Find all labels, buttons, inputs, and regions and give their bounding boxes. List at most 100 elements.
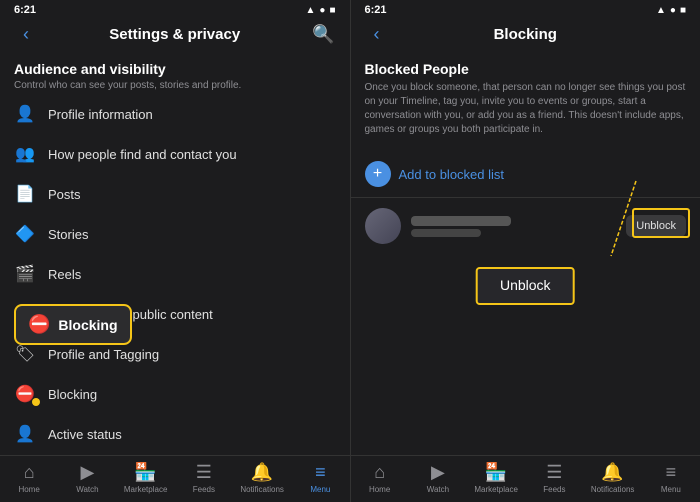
- blocked-people-description: Once you block someone, that person can …: [365, 81, 687, 137]
- marketplace-icon-right: 🏪: [485, 462, 507, 483]
- notifications-label-right: Notifications: [591, 485, 635, 494]
- blocking-content: Blocked People Once you block someone, t…: [351, 51, 700, 455]
- menu-icon-right: ≡: [666, 462, 677, 483]
- watch-icon-left: ▶: [80, 462, 94, 483]
- blocking-callout-label: Blocking: [58, 317, 117, 333]
- tab-feeds-left[interactable]: ☰ Feeds: [175, 460, 233, 496]
- tab-notifications-right[interactable]: 🔔 Notifications: [584, 460, 642, 496]
- feeds-icon-left: ☰: [196, 462, 212, 483]
- sidebar-item-blocking[interactable]: ⛔ Blocking: [0, 374, 350, 414]
- tab-notifications-left[interactable]: 🔔 Notifications: [233, 460, 291, 496]
- menu-icon-left: ≡: [315, 462, 326, 483]
- blocking-highlight-dot: [32, 398, 40, 406]
- status-time-right: 6:21: [365, 4, 387, 16]
- status-icons-right: ▲ ● ■: [656, 5, 686, 16]
- back-button-left[interactable]: ‹: [14, 24, 38, 45]
- active-status-icon: 👤: [14, 423, 36, 445]
- blocking-nav-header: ‹ Blocking: [351, 18, 700, 51]
- home-label-left: Home: [18, 485, 39, 494]
- sidebar-item-active-status[interactable]: 👤 Active status: [0, 414, 350, 454]
- blocking-title: Blocking: [389, 26, 663, 43]
- profile-tagging-label: Profile and Tagging: [48, 347, 336, 362]
- blocked-avatar: [365, 208, 401, 244]
- add-icon: +: [365, 161, 391, 187]
- notifications-icon-right: 🔔: [601, 462, 623, 483]
- marketplace-label-right: Marketplace: [474, 485, 518, 494]
- tab-home-right[interactable]: ⌂ Home: [351, 460, 409, 496]
- search-button[interactable]: 🔍: [312, 24, 336, 45]
- posts-icon: 📄: [14, 183, 36, 205]
- watch-label-right: Watch: [427, 485, 449, 494]
- profile-icon: 👤: [14, 103, 36, 125]
- tab-marketplace-left[interactable]: 🏪 Marketplace: [117, 460, 175, 496]
- sidebar-item-stories[interactable]: 🔷 Stories: [0, 214, 350, 254]
- battery-icon: ■: [329, 5, 335, 16]
- add-to-blocked-list-button[interactable]: + Add to blocked list: [351, 153, 700, 195]
- tab-menu-right[interactable]: ≡ Menu: [642, 460, 700, 496]
- home-label-right: Home: [369, 485, 390, 494]
- back-button-right[interactable]: ‹: [365, 24, 389, 45]
- marketplace-icon-left: 🏪: [134, 462, 156, 483]
- blocked-people-title: Blocked People: [365, 61, 687, 77]
- tab-feeds-right[interactable]: ☰ Feeds: [525, 460, 583, 496]
- notifications-icon-left: 🔔: [251, 462, 273, 483]
- wifi-icon-right: ●: [670, 5, 676, 16]
- stories-label: Stories: [48, 227, 336, 242]
- add-blocked-label: Add to blocked list: [399, 167, 505, 182]
- status-icons-left: ▲ ● ■: [306, 5, 336, 16]
- signal-icon: ▲: [306, 5, 316, 16]
- tab-menu-left[interactable]: ≡ Menu: [291, 460, 349, 496]
- tab-marketplace-right[interactable]: 🏪 Marketplace: [467, 460, 525, 496]
- unblock-callout: Unblock: [476, 267, 575, 305]
- sidebar-item-how-people-find[interactable]: 👥 How people find and contact you: [0, 134, 350, 174]
- battery-icon-right: ■: [680, 5, 686, 16]
- watch-label-left: Watch: [76, 485, 98, 494]
- profile-information-label: Profile information: [48, 107, 336, 122]
- blocked-divider: [351, 197, 700, 198]
- blocking-callout-box: ⛔ Blocking: [14, 304, 132, 345]
- settings-title: Settings & privacy: [38, 26, 312, 43]
- blocked-name-blurred: [411, 216, 511, 226]
- tab-watch-left[interactable]: ▶ Watch: [58, 460, 116, 496]
- blocking-callout-icon: ⛔: [28, 314, 50, 335]
- status-bar-right: 6:21 ▲ ● ■: [351, 0, 700, 18]
- blocked-sub-blurred: [411, 229, 481, 237]
- reels-icon: 🎬: [14, 263, 36, 285]
- tab-bar-right: ⌂ Home ▶ Watch 🏪 Marketplace ☰ Feeds 🔔 N…: [351, 455, 700, 502]
- audience-section-header: Audience and visibility Control who can …: [0, 51, 350, 94]
- unblock-callout-text: Unblock: [500, 277, 551, 293]
- sidebar-item-reels[interactable]: 🎬 Reels: [0, 254, 350, 294]
- menu-label-right: Menu: [661, 485, 681, 494]
- blocked-name-area: [411, 216, 617, 237]
- notifications-label-left: Notifications: [240, 485, 284, 494]
- tab-home-left[interactable]: ⌂ Home: [0, 460, 58, 496]
- signal-icon-right: ▲: [656, 5, 666, 16]
- sidebar-item-posts[interactable]: 📄 Posts: [0, 174, 350, 214]
- reels-label: Reels: [48, 267, 336, 282]
- audience-subtitle: Control who can see your posts, stories …: [14, 79, 336, 92]
- status-time-left: 6:21: [14, 4, 36, 16]
- watch-icon-right: ▶: [431, 462, 445, 483]
- how-people-find-label: How people find and contact you: [48, 147, 336, 162]
- unblock-button[interactable]: Unblock: [626, 215, 686, 237]
- settings-content: Audience and visibility Control who can …: [0, 51, 350, 455]
- blocked-person-row: Unblock: [351, 200, 700, 252]
- blocked-people-section: Blocked People Once you block someone, t…: [351, 51, 700, 153]
- tagging-icon: 🏷: [14, 343, 36, 365]
- avatar-image: [365, 208, 401, 244]
- right-panel: 6:21 ▲ ● ■ ‹ Blocking Blocked People Onc…: [351, 0, 700, 502]
- wifi-icon: ●: [319, 5, 325, 16]
- tab-watch-right[interactable]: ▶ Watch: [409, 460, 467, 496]
- blocking-label: Blocking: [48, 387, 336, 402]
- home-icon-left: ⌂: [24, 462, 35, 483]
- stories-icon: 🔷: [14, 223, 36, 245]
- menu-label-left: Menu: [310, 485, 330, 494]
- sidebar-item-profile-information[interactable]: 👤 Profile information: [0, 94, 350, 134]
- posts-label: Posts: [48, 187, 336, 202]
- status-bar-left: 6:21 ▲ ● ■: [0, 0, 350, 18]
- feeds-icon-right: ☰: [546, 462, 562, 483]
- audience-title: Audience and visibility: [14, 61, 336, 77]
- people-icon: 👥: [14, 143, 36, 165]
- feeds-label-right: Feeds: [543, 485, 565, 494]
- settings-nav-header: ‹ Settings & privacy 🔍: [0, 18, 350, 51]
